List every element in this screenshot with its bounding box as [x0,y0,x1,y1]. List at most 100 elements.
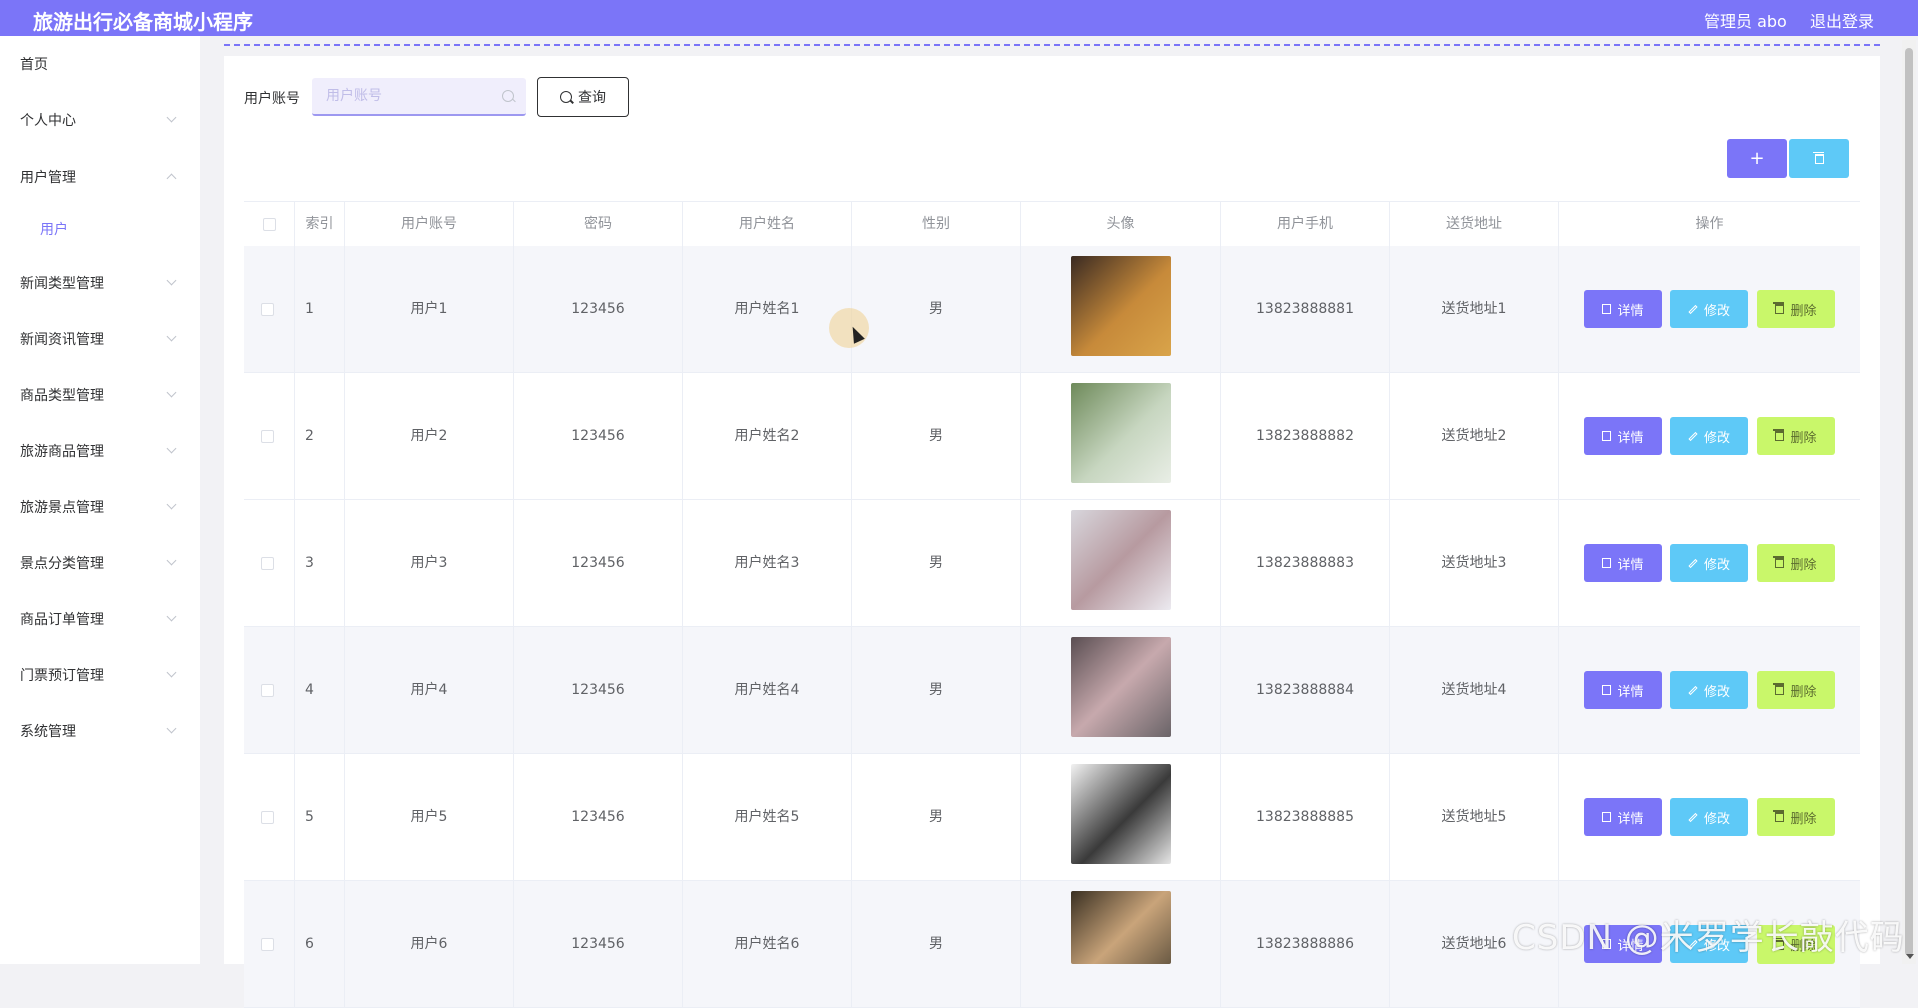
detail-label: 详情 [1617,684,1644,700]
delete-label: 删除 [1790,811,1817,827]
edit-label: 修改 [1703,430,1730,446]
column-header: 索引 [294,202,344,247]
query-button[interactable]: 查询 [537,77,629,117]
document-icon [1602,304,1612,314]
chevron-down-icon [166,443,177,454]
cell-password: 123456 [513,754,682,881]
edit-label: 修改 [1703,303,1730,319]
search-icon [560,91,572,103]
detail-label: 详情 [1617,430,1644,446]
batch-delete-button[interactable] [1789,139,1849,178]
query-button-label: 查询 [578,90,606,106]
search-label: 用户账号 [244,91,300,107]
column-header: 送货地址 [1389,202,1558,247]
delete-button[interactable]: 删除 [1757,671,1835,709]
sidebar-item-profile[interactable]: 个人中心 [0,100,200,140]
trash-icon [1773,302,1785,314]
logout-link[interactable]: 退出登录 [1810,8,1874,32]
cell-account: 用户4 [344,627,513,754]
detail-button[interactable]: 详情 [1584,290,1662,328]
row-checkbox[interactable] [261,430,274,443]
sidebar-item-label: 旅游景点管理 [20,500,104,516]
avatar [1071,891,1171,964]
sidebar-item-users[interactable]: 用户 [0,209,200,249]
scroll-down-icon[interactable] [1906,954,1914,959]
sidebar: 首页 个人中心 用户管理 用户 新闻类型管理 新闻资讯管理 商品类型管理 旅游商… [0,36,200,964]
edit-button[interactable]: 修改 [1670,290,1748,328]
scrollbar-thumb[interactable] [1905,48,1913,956]
row-checkbox[interactable] [261,811,274,824]
delete-button[interactable]: 删除 [1757,544,1835,582]
select-all-checkbox[interactable] [263,218,276,231]
delete-button[interactable]: 删除 [1757,798,1835,836]
admin-user-label: 管理员 abo [1704,12,1787,31]
trash-icon [1773,429,1785,441]
search-icon [502,90,514,102]
cell-name: 用户姓名1 [682,246,851,373]
sidebar-item-label: 门票预订管理 [20,668,104,684]
search-input[interactable] [312,78,526,116]
sidebar-item-label: 新闻资讯管理 [20,332,104,348]
row-checkbox[interactable] [261,684,274,697]
cell-password: 123456 [513,246,682,373]
cell-phone: 13823888886 [1220,881,1389,1008]
sidebar-item-user-management[interactable]: 用户管理 [0,157,200,197]
avatar [1071,764,1171,864]
edit-button[interactable]: 修改 [1670,544,1748,582]
sidebar-item-tickets[interactable]: 门票预订管理 [0,655,200,695]
plus-icon: + [1749,148,1765,169]
cell-gender: 男 [851,500,1020,627]
detail-label: 详情 [1617,557,1644,573]
delete-button[interactable]: 删除 [1757,290,1835,328]
sidebar-item-orders[interactable]: 商品订单管理 [0,599,200,639]
cell-phone: 13823888882 [1220,373,1389,500]
sidebar-item-travel-products[interactable]: 旅游商品管理 [0,431,200,471]
edit-button[interactable]: 修改 [1670,798,1748,836]
detail-button[interactable]: 详情 [1584,671,1662,709]
trash-icon [1773,810,1785,822]
cell-password: 123456 [513,373,682,500]
document-icon [1602,558,1612,568]
sidebar-item-news-type[interactable]: 新闻类型管理 [0,263,200,303]
table-row: 3 用户3 123456 用户姓名3 男 13823888883 送货地址3 详… [244,500,1860,627]
column-header: 密码 [513,202,682,247]
edit-button[interactable]: 修改 [1670,417,1748,455]
pencil-icon [1688,812,1698,822]
row-checkbox[interactable] [261,303,274,316]
trash-icon [1812,151,1824,164]
pencil-icon [1688,685,1698,695]
table-row: 2 用户2 123456 用户姓名2 男 13823888882 送货地址2 详… [244,373,1860,500]
table-row: 5 用户5 123456 用户姓名5 男 13823888885 送货地址5 详… [244,754,1860,881]
cell-account: 用户1 [344,246,513,373]
detail-button[interactable]: 详情 [1584,417,1662,455]
cell-phone: 13823888881 [1220,246,1389,373]
sidebar-item-label: 系统管理 [20,724,76,740]
detail-button[interactable]: 详情 [1584,798,1662,836]
sidebar-item-attraction-category[interactable]: 景点分类管理 [0,543,200,583]
detail-label: 详情 [1617,303,1644,319]
avatar [1071,637,1171,737]
app-title: 旅游出行必备商城小程序 [33,10,253,34]
watermark: CSDN @米罗学长敲代码 [1512,918,1905,958]
sidebar-item-label: 首页 [20,57,48,73]
cell-index: 3 [294,500,344,627]
cell-index: 1 [294,246,344,373]
add-button[interactable]: + [1727,139,1787,178]
detail-button[interactable]: 详情 [1584,544,1662,582]
sidebar-item-home[interactable]: 首页 [0,44,200,84]
pencil-icon [1688,304,1698,314]
sidebar-item-product-type[interactable]: 商品类型管理 [0,375,200,415]
delete-button[interactable]: 删除 [1757,417,1835,455]
cell-gender: 男 [851,881,1020,1008]
row-checkbox[interactable] [261,557,274,570]
tab-divider [224,44,1880,46]
edit-button[interactable]: 修改 [1670,671,1748,709]
avatar [1071,256,1171,356]
sidebar-item-system[interactable]: 系统管理 [0,711,200,751]
column-header: 用户姓名 [682,202,851,247]
sidebar-item-attractions[interactable]: 旅游景点管理 [0,487,200,527]
cell-index: 6 [294,881,344,1008]
row-checkbox[interactable] [261,938,274,951]
cell-gender: 男 [851,246,1020,373]
sidebar-item-news[interactable]: 新闻资讯管理 [0,319,200,359]
